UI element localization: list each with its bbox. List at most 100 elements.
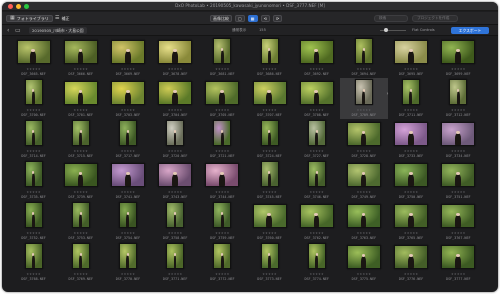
- folder-icon[interactable]: ▭: [15, 26, 21, 35]
- rotate-right-icon[interactable]: ⟳: [272, 15, 283, 22]
- photo-thumbnail[interactable]: [346, 204, 381, 228]
- photo-thumbnail[interactable]: [299, 204, 334, 228]
- thumbnail-cell[interactable]: ★★★★★ DSF_3707.NEF: [246, 78, 293, 119]
- view-mode-label[interactable]: 通常表示: [232, 28, 246, 33]
- photo-thumbnail[interactable]: [71, 243, 90, 269]
- folder-path[interactable]: 20190505_川崎市・大島公園: [29, 27, 87, 34]
- thumbnail-cell[interactable]: ★★★★★ DSF_3759.NEF: [199, 201, 246, 242]
- thumbnail-cell[interactable]: ★★★★★ DSF_3774.NEF: [293, 242, 340, 283]
- photo-thumbnail[interactable]: [205, 81, 240, 105]
- photo-thumbnail[interactable]: [260, 161, 279, 187]
- thumbnail-cell[interactable]: ★★★★★ DSF_3754.NEF: [104, 201, 151, 242]
- thumbnail-cell[interactable]: ★★★★★ DSF_3758.NEF: [152, 201, 199, 242]
- thumbnail-cell[interactable]: ★★★★★ DSF_3724.NEF: [246, 119, 293, 160]
- back-icon[interactable]: ‹: [7, 26, 9, 35]
- thumbnail-cell[interactable]: ★★★★★ DSF_3669.NEF: [104, 37, 151, 78]
- photo-thumbnail[interactable]: [441, 245, 476, 269]
- thumbnail-cell[interactable]: ★★★★★ DSF_3705.NEF: [199, 78, 246, 119]
- thumbnail-cell[interactable]: ★★★★★ DSF_3721.NEF: [199, 119, 246, 160]
- photo-thumbnail[interactable]: [260, 120, 279, 146]
- photo-thumbnail[interactable]: [299, 40, 334, 64]
- photo-thumbnail[interactable]: [441, 163, 476, 187]
- photo-thumbnail[interactable]: [252, 81, 287, 105]
- thumbnail-cell[interactable]: ★★★★★ DSF_3752.NEF: [10, 201, 57, 242]
- thumbnail-cell[interactable]: ★★★★★ DSF_3750.NEF: [388, 160, 435, 201]
- photo-thumbnail[interactable]: [166, 202, 185, 228]
- thumbnail-cell[interactable]: ★★★★★ DSF_3751.NEF: [435, 160, 482, 201]
- photo-thumbnail[interactable]: [63, 81, 98, 105]
- photo-thumbnail[interactable]: [24, 161, 43, 187]
- thumbnail-cell[interactable]: ★★★★★ DSF_3678.NEF: [152, 37, 199, 78]
- photo-thumbnail[interactable]: [307, 243, 326, 269]
- thumbnail-cell[interactable]: ★★★★★ DSF_3686.NEF: [246, 37, 293, 78]
- photo-thumbnail[interactable]: [307, 161, 326, 187]
- photo-thumbnail[interactable]: [213, 202, 232, 228]
- photo-thumbnail[interactable]: [24, 243, 43, 269]
- photo-thumbnail[interactable]: [449, 79, 468, 105]
- photo-thumbnail[interactable]: [346, 122, 381, 146]
- photo-thumbnail[interactable]: [394, 245, 429, 269]
- thumbnail-cell[interactable]: ★★★★★ DSF_3712.NEF: [435, 78, 482, 119]
- photo-thumbnail[interactable]: [158, 81, 193, 105]
- thumbnail-cell[interactable]: ★★★★★ DSF_3665.NEF: [10, 37, 57, 78]
- photo-thumbnail[interactable]: [346, 163, 381, 187]
- thumbnail-cell[interactable]: ★★★★★ DSF_3692.NEF: [293, 37, 340, 78]
- photo-thumbnail[interactable]: [402, 79, 421, 105]
- single-view-icon[interactable]: ▢: [235, 15, 245, 22]
- thumbnail-cell[interactable]: ★★★★★ DSF_3767.NEF: [435, 201, 482, 242]
- thumbnail-cell[interactable]: ★★★★★ DSF_3776.NEF: [388, 242, 435, 283]
- photo-thumbnail[interactable]: [71, 120, 90, 146]
- thumbnail-cell[interactable]: ★★★★★ DSF_3708.NEF: [293, 78, 340, 119]
- photo-thumbnail[interactable]: [158, 163, 193, 187]
- rotate-icon[interactable]: ⟲: [260, 15, 270, 22]
- thumbnail-cell[interactable]: ★★★★★ DSF_3699.NEF: [435, 37, 482, 78]
- photo-thumbnail[interactable]: [213, 38, 232, 64]
- photo-thumbnail[interactable]: [307, 120, 326, 146]
- thumbnail-cell[interactable]: ★★★★★ DSF_3734.NEF: [435, 119, 482, 160]
- photo-thumbnail[interactable]: [71, 202, 90, 228]
- photo-thumbnail[interactable]: [441, 122, 476, 146]
- search-box[interactable]: 検索: [374, 15, 408, 22]
- thumbnail-cell[interactable]: ★★★★★ DSF_3775.NEF: [340, 242, 387, 283]
- slider-knob[interactable]: [384, 28, 388, 32]
- photo-thumbnail[interactable]: [260, 243, 279, 269]
- photo-thumbnail[interactable]: [118, 243, 137, 269]
- thumbnail-cell[interactable]: ★★★★★ DSF_3681.NEF: [199, 37, 246, 78]
- export-button[interactable]: エクスポート: [451, 27, 489, 34]
- thumbnail-cell[interactable]: ★★★★★ DSF_3743.NEF: [152, 160, 199, 201]
- thumbnail-cell[interactable]: ★★★★★ DSF_3769.NEF: [57, 242, 104, 283]
- tab-photo-library[interactable]: ▦ フォトライブラリ: [6, 15, 53, 22]
- photo-thumbnail[interactable]: [63, 163, 98, 187]
- photo-thumbnail[interactable]: [260, 38, 279, 64]
- photo-thumbnail[interactable]: [394, 163, 429, 187]
- thumbnail-cell[interactable]: ★★★★★ DSF_3727.NEF: [293, 119, 340, 160]
- thumbnail-cell[interactable]: ★★★★★ DSF_3745.NEF: [246, 160, 293, 201]
- photo-thumbnail[interactable]: [441, 40, 476, 64]
- thumbnail-cell[interactable]: ★★★★★ DSF_3771.NEF: [152, 242, 199, 283]
- thumbnail-cell[interactable]: ★★★★★ DSF_3770.NEF: [104, 242, 151, 283]
- thumbnail-cell[interactable]: ★★★★★ DSF_3763.NEF: [340, 201, 387, 242]
- photo-thumbnail[interactable]: [24, 202, 43, 228]
- thumbnail-cell[interactable]: ★★★★★ DSF_3739.NEF: [57, 160, 104, 201]
- grid-view-icon[interactable]: ▦: [247, 15, 258, 22]
- thumbnail-cell[interactable]: ★★★★★ DSF_3741.NEF: [104, 160, 151, 201]
- photo-thumbnail[interactable]: [346, 245, 381, 269]
- tab-customize[interactable]: ☰ 補正: [52, 15, 72, 22]
- thumbnail-cell[interactable]: ★★★★★ DSF_3666.NEF: [57, 37, 104, 78]
- photo-thumbnail[interactable]: [24, 79, 43, 105]
- thumbnail-cell[interactable]: ★★★★★ DSF_3720.NEF: [152, 119, 199, 160]
- thumbnail-cell[interactable]: ★★★★★ DSF_3777.NEF: [435, 242, 482, 283]
- thumbnail-cell[interactable]: ★★★★★ DSF_3768.NEF: [10, 242, 57, 283]
- thumbnail-cell[interactable]: ★★★★★ DSF_3735.NEF: [10, 160, 57, 201]
- thumbnail-cell[interactable]: ★★★★★ DSF_3772.NEF: [199, 242, 246, 283]
- thumbnail-cell[interactable]: ★★★★★ DSF_3704.NEF: [152, 78, 199, 119]
- photo-thumbnail[interactable]: [354, 38, 373, 64]
- thumbnail-cell[interactable]: ★★★★★ DSF_3753.NEF: [57, 201, 104, 242]
- photo-thumbnail[interactable]: [166, 243, 185, 269]
- photo-thumbnail[interactable]: [213, 120, 232, 146]
- photo-thumbnail[interactable]: [110, 163, 145, 187]
- photo-thumbnail[interactable]: [110, 81, 145, 105]
- thumbnail-cell[interactable]: ★★★★★ DSF_3746.NEF: [293, 160, 340, 201]
- flat-controls-label[interactable]: Flat Controls: [412, 28, 435, 32]
- photo-thumbnail[interactable]: [354, 79, 373, 105]
